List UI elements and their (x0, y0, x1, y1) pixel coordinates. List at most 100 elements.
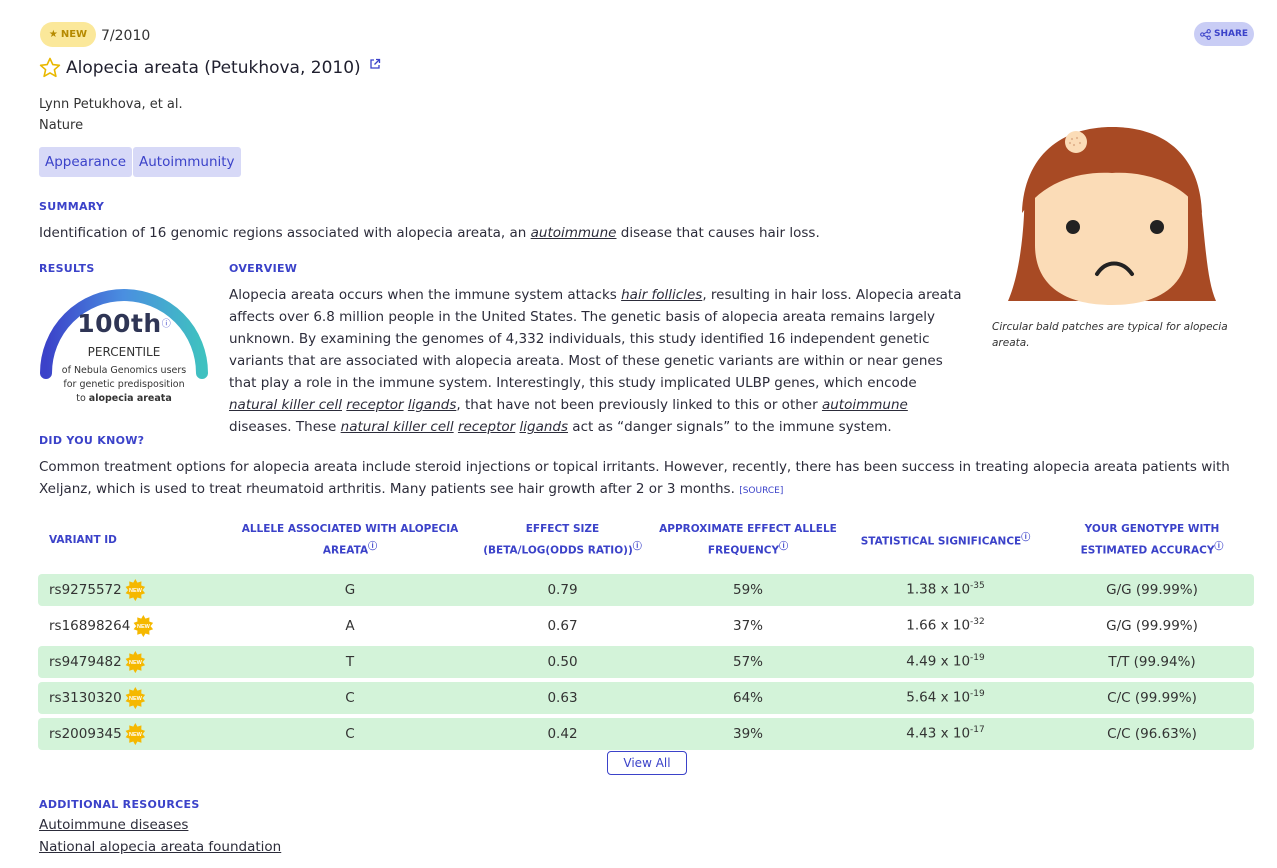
effect-cell: 0.79 (470, 573, 655, 606)
variant-id-cell: rs16898264 NEW (38, 610, 230, 642)
overview-text-part: act as “danger signals” to the immune sy… (568, 419, 892, 435)
link-autoimmune-diseases[interactable]: Autoimmune diseases (39, 817, 188, 833)
new-burst-icon: NEW (125, 722, 147, 745)
info-icon[interactable]: ⓘ (633, 542, 642, 552)
new-burst-icon: NEW (125, 578, 147, 601)
allele-cell: C (230, 681, 470, 714)
sig-mantissa: 4.49 (906, 653, 937, 670)
variant-id-cell: rs9275572 NEW (38, 573, 230, 606)
effect-cell: 0.63 (470, 681, 655, 714)
new-burst-label: NEW (137, 624, 151, 630)
did-you-know-heading: DID YOU KNOW? (39, 434, 145, 447)
significance-cell: 4.43 x 10-17 (841, 717, 1050, 750)
percentile-value-wrap: 100thⓘ (36, 309, 212, 338)
sig-mantissa: 5.64 (906, 689, 937, 706)
link-receptor-2[interactable]: receptor (458, 419, 515, 435)
percentile-desc-line: of Nebula Genomics users (61, 365, 187, 376)
source-link[interactable]: [SOURCE] (739, 486, 783, 496)
variant-id: rs3130320 (49, 689, 122, 706)
illustration-alopecia-icon (1008, 127, 1216, 305)
title-row: Alopecia areata (Petukhova, 2010) (38, 56, 381, 80)
sig-exponent: -35 (970, 581, 985, 592)
col-frequency[interactable]: APPROXIMATE EFFECT ALLELE FREQUENCYⓘ (655, 518, 841, 570)
external-link-icon[interactable] (369, 58, 381, 70)
table-row[interactable]: rs3130320 NEW C 0.63 64% 5.64 x 10-19 C/C… (38, 681, 1254, 714)
new-burst-label: NEW (129, 696, 143, 702)
summary-text: Identification of 16 genomic regions ass… (39, 222, 820, 244)
frequency-cell: 37% (732, 617, 763, 634)
link-autoimmune-2[interactable]: autoimmune (822, 397, 908, 413)
link-autoimmune[interactable]: autoimmune (531, 225, 617, 241)
percentile-desc-line: to alopecia areata (36, 392, 212, 406)
new-burst-icon: NEW (125, 686, 147, 709)
variants-table: VARIANT ID ALLELE ASSOCIATED WITH ALOPEC… (38, 514, 1254, 754)
table-row[interactable]: rs2009345 NEW C 0.42 39% 4.43 x 10-17 C/C… (38, 717, 1254, 750)
significance-cell: 4.49 x 10-19 (841, 645, 1050, 678)
info-icon[interactable]: ⓘ (779, 542, 788, 552)
link-natural-killer-cell-2[interactable]: natural killer cell (341, 419, 454, 435)
sig-exponent: -19 (970, 653, 985, 664)
col-significance-label: STATISTICAL SIGNIFICANCE (860, 535, 1022, 548)
view-all-button[interactable]: View All (607, 751, 687, 775)
overview-text-part: Alopecia areata occurs when the immune s… (229, 287, 622, 303)
col-allele[interactable]: ALLELE ASSOCIATED WITH ALOPECIA AREATAⓘ (230, 518, 470, 570)
star-icon: ★ (48, 29, 58, 40)
frequency-cell: 39% (655, 717, 841, 750)
new-burst-icon: NEW (125, 650, 147, 673)
significance-cell: 1.66 x 10-32 (841, 610, 1050, 642)
col-variant-id[interactable]: VARIANT ID (38, 518, 230, 570)
col-frequency-label: APPROXIMATE EFFECT ALLELE FREQUENCY (659, 523, 837, 557)
significance-cell: 5.64 x 10-19 (841, 681, 1050, 714)
results-heading: RESULTS (39, 262, 95, 275)
info-icon[interactable]: ⓘ (162, 320, 171, 330)
link-receptor[interactable]: receptor (346, 397, 403, 413)
new-burst-label: NEW (129, 660, 143, 666)
favorite-star-icon[interactable] (38, 56, 62, 80)
table-row[interactable]: rs9275572 NEW G 0.79 59% 1.38 x 10-35 G/G… (38, 573, 1254, 606)
sig-base: x 10 (936, 689, 971, 706)
overview-text-part: , that have not been previously linked t… (456, 397, 822, 413)
share-button[interactable]: SHARE (1194, 22, 1254, 46)
variant-id-cell: rs3130320 NEW (38, 681, 230, 714)
tag-autoimmunity[interactable]: Autoimmunity (133, 147, 241, 177)
allele-cell: A (345, 617, 355, 634)
col-effect-size[interactable]: EFFECT SIZE (BETA/LOG(ODDS RATIO))ⓘ (470, 518, 655, 570)
variant-id: rs9479482 (49, 653, 122, 670)
info-icon[interactable]: ⓘ (1214, 542, 1223, 552)
sig-base: x 10 (936, 725, 971, 742)
overview-text: Alopecia areata occurs when the immune s… (229, 284, 1259, 438)
table-row[interactable]: rs9479482 NEW T 0.50 57% 4.49 x 10-19 T/T… (38, 645, 1254, 678)
percentile-desc-line: for genetic predisposition (63, 379, 185, 390)
sig-base: x 10 (936, 617, 971, 634)
info-icon[interactable]: ⓘ (368, 542, 377, 552)
col-genotype[interactable]: YOUR GENOTYPE WITH ESTIMATED ACCURACYⓘ (1050, 518, 1254, 570)
sig-exponent: -32 (970, 617, 985, 628)
frequency-cell: 59% (655, 573, 841, 606)
link-ligands[interactable]: ligands (408, 397, 457, 413)
effect-cell: 0.42 (470, 717, 655, 750)
summary-heading: SUMMARY (39, 200, 105, 213)
effect-cell: 0.67 (547, 617, 578, 634)
link-hair-follicles[interactable]: hair follicles (621, 287, 702, 303)
authors: Lynn Petukhova, et al. (39, 97, 183, 112)
new-burst-icon: NEW (133, 614, 155, 637)
sig-mantissa: 1.38 (906, 581, 937, 598)
info-icon[interactable]: ⓘ (1021, 533, 1030, 543)
new-burst-label: NEW (129, 588, 143, 594)
link-national-alopecia-foundation[interactable]: National alopecia areata foundation (39, 839, 281, 855)
share-label: SHARE (1213, 29, 1249, 39)
col-genotype-label: YOUR GENOTYPE WITH ESTIMATED ACCURACY (1080, 523, 1220, 557)
did-you-know-text: Common treatment options for alopecia ar… (39, 456, 1239, 502)
sig-exponent: -19 (970, 689, 985, 700)
allele-cell: T (230, 645, 470, 678)
percentile-description: of Nebula Genomics users for genetic pre… (36, 364, 212, 406)
col-significance[interactable]: STATISTICAL SIGNIFICANCEⓘ (841, 518, 1050, 570)
summary-text-part: disease that causes hair loss. (616, 225, 820, 241)
summary-text-part: Identification of 16 genomic regions ass… (39, 225, 531, 241)
variant-id: rs9275572 (49, 581, 122, 598)
link-ligands-2[interactable]: ligands (520, 419, 569, 435)
tag-appearance[interactable]: Appearance (39, 147, 133, 177)
table-row[interactable]: rs16898264 NEW A 0.67 37% 1.66 x 10-32 G/… (38, 610, 1254, 642)
variant-id: rs16898264 (49, 617, 131, 634)
link-natural-killer-cell[interactable]: natural killer cell (229, 397, 342, 413)
